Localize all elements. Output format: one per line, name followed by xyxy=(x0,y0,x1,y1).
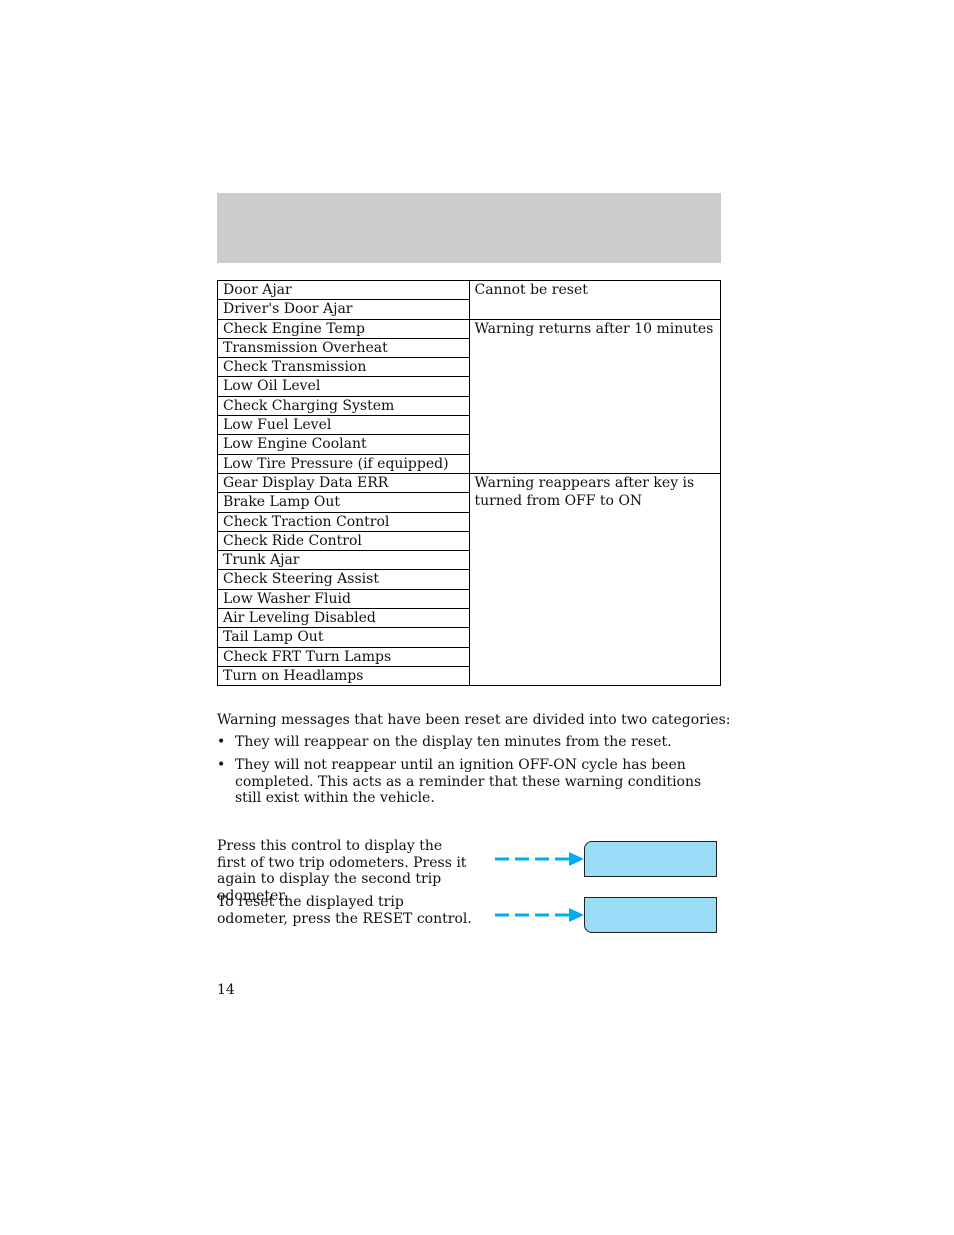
warning-message: Tail Lamp Out xyxy=(217,627,470,648)
warning-message: Check Ride Control xyxy=(217,530,470,552)
warning-message: Low Washer Fluid xyxy=(217,588,470,610)
header-band xyxy=(217,193,721,263)
reset-behavior: Warning returns after 10 minutes xyxy=(468,318,721,474)
warning-message: Check Charging System xyxy=(217,395,470,417)
table-row: Gear Display Data ERR Warning reappears a… xyxy=(217,472,721,687)
warning-messages-table: Door Ajar Cannot be reset Driver's Door Aj… xyxy=(217,279,721,687)
warning-message: Low Engine Coolant xyxy=(217,434,470,455)
warning-message: Turn on Headlamps xyxy=(217,665,470,687)
warning-message: Check Engine Temp xyxy=(217,318,470,339)
arrow-icon xyxy=(495,852,584,866)
reset-text: To reset the displayed trip odometer, pr… xyxy=(217,894,472,927)
warning-message: Trunk Ajar xyxy=(217,550,470,571)
warning-message: Door Ajar xyxy=(217,279,470,301)
bullet-item: • They will not reappear until an ignitio… xyxy=(217,757,702,806)
arrow-icon xyxy=(495,908,584,922)
warning-message: Low Oil Level xyxy=(217,376,470,397)
page-number: 14 xyxy=(217,982,235,998)
warning-message: Check FRT Turn Lamps xyxy=(217,646,470,667)
warning-message: Check Transmission xyxy=(217,357,470,378)
trip-odometer-button[interactable] xyxy=(584,841,717,877)
warning-message: Low Tire Pressure (if equipped) xyxy=(217,453,470,474)
reset-behavior: Warning reappears after key is turned fr… xyxy=(468,472,721,687)
warning-message: Check Traction Control xyxy=(217,511,470,532)
warning-message: Driver's Door Ajar xyxy=(217,299,470,320)
warning-message: Air Leveling Disabled xyxy=(217,608,470,629)
warning-message: Brake Lamp Out xyxy=(217,492,470,513)
reset-button[interactable] xyxy=(584,897,717,933)
warning-message: Gear Display Data ERR xyxy=(217,472,470,494)
warning-message: Check Steering Assist xyxy=(217,569,470,590)
warning-message: Transmission Overheat xyxy=(217,337,470,359)
reset-behavior: Cannot be reset xyxy=(468,280,721,320)
bullet-item: • They will reappear on the display ten m… xyxy=(217,734,672,750)
table-row: Check Engine Temp Warning returns after 1… xyxy=(217,318,721,474)
warning-message: Low Fuel Level xyxy=(217,415,470,436)
intro-text: Warning messages that have been reset ar… xyxy=(217,712,731,728)
manual-page: Door Ajar Cannot be reset Driver's Door Aj… xyxy=(0,0,954,1235)
table-row: Door Ajar Cannot be reset xyxy=(217,279,721,320)
